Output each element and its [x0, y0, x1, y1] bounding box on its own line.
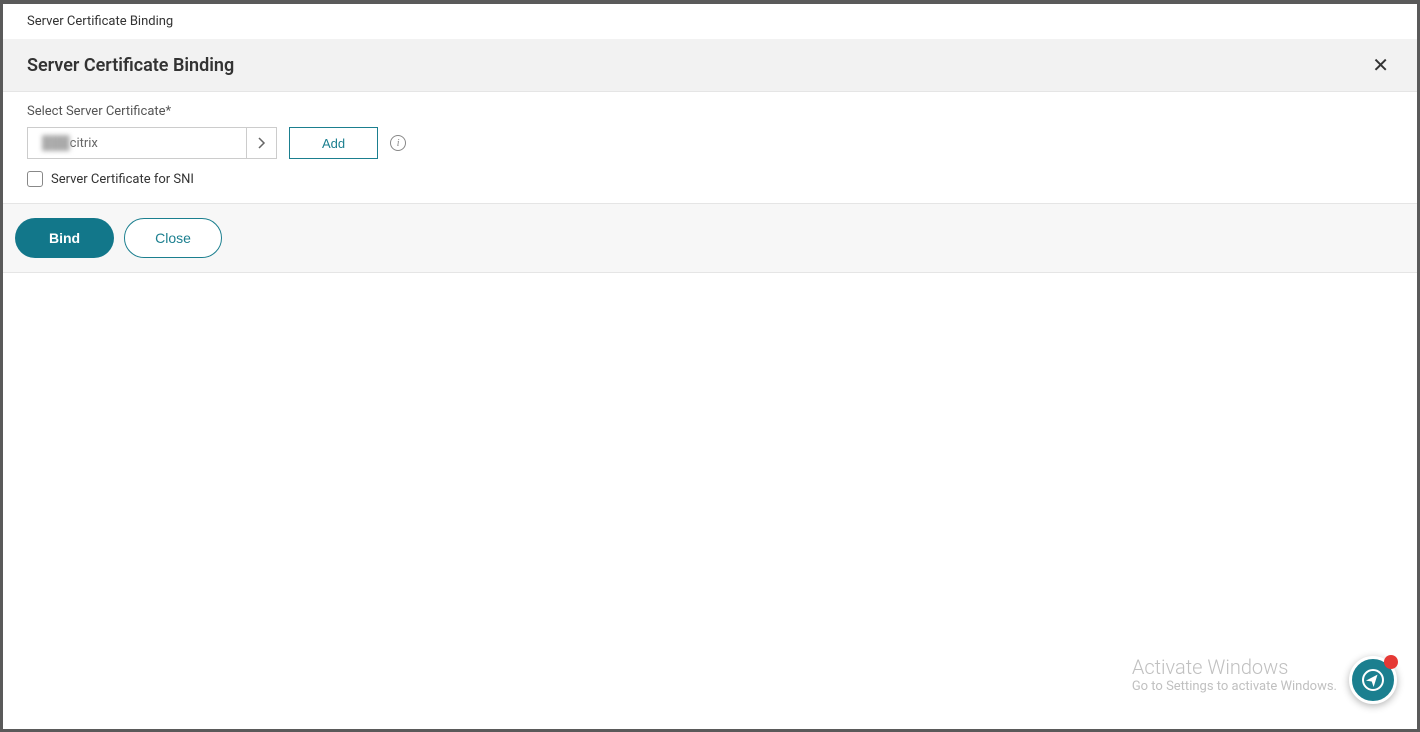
certificate-select-value: ███citrix: [28, 128, 246, 158]
watermark-text: Go to Settings to activate Windows.: [1132, 679, 1337, 694]
close-button[interactable]: Close: [124, 218, 222, 258]
footer-bar: Bind Close: [3, 203, 1417, 273]
info-icon[interactable]: i: [390, 135, 406, 151]
certificate-select[interactable]: ███citrix: [27, 127, 277, 159]
select-certificate-label: Select Server Certificate*: [27, 104, 1397, 119]
sni-checkbox[interactable]: [27, 171, 43, 187]
add-button[interactable]: Add: [289, 127, 378, 159]
navigate-icon: [1361, 668, 1385, 692]
windows-watermark: Activate Windows Go to Settings to activ…: [1132, 655, 1337, 694]
close-icon[interactable]: ✕: [1364, 53, 1397, 77]
notification-badge: [1384, 655, 1398, 669]
header-bar: Server Certificate Binding ✕: [3, 39, 1417, 92]
watermark-title: Activate Windows: [1132, 655, 1337, 679]
chevron-right-icon[interactable]: [246, 128, 276, 158]
bind-button[interactable]: Bind: [15, 218, 114, 258]
form-area: Select Server Certificate* ███citrix Add…: [3, 92, 1417, 203]
help-fab[interactable]: [1349, 656, 1397, 704]
page-title: Server Certificate Binding: [27, 55, 234, 76]
sni-checkbox-label: Server Certificate for SNI: [51, 172, 194, 187]
breadcrumb: Server Certificate Binding: [3, 4, 1417, 39]
